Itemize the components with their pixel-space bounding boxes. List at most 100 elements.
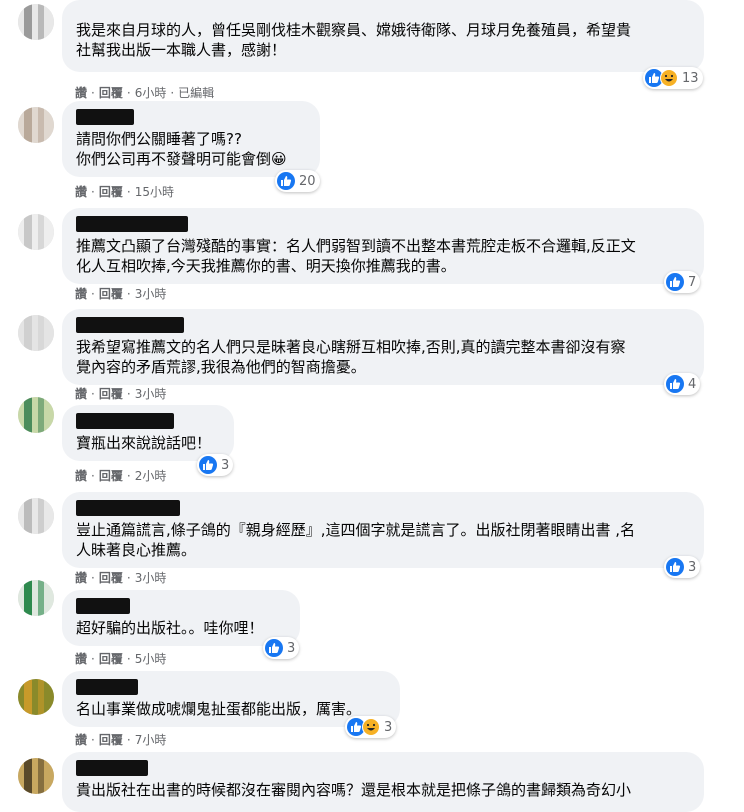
timestamp: 7小時: [134, 733, 167, 747]
comment-actions: 讚 · 回覆 · 2小時: [75, 467, 166, 484]
separator-dot: ·: [126, 386, 131, 401]
haha-reaction-icon: [660, 69, 678, 87]
author-name-redacted[interactable]: [76, 317, 184, 333]
haha-reaction-icon: [362, 718, 380, 736]
like-action[interactable]: 讚: [75, 285, 87, 302]
reply-action[interactable]: 回覆: [99, 385, 123, 402]
reply-action[interactable]: 回覆: [99, 731, 123, 748]
comment-text: 請問你們公關睡著了嗎?? 你們公司再不發聲明可能會倒😀: [76, 130, 287, 168]
like-action[interactable]: 讚: [75, 650, 87, 667]
like-action[interactable]: 讚: [75, 467, 87, 484]
comment-actions: 讚 · 回覆 · 3小時: [75, 569, 166, 586]
comment-text: 豈止通篇謊言,條子鴿的『親身經歷』,這四個字就是謊言了。出版社閉著眼睛出書 ,名…: [76, 521, 636, 559]
separator-dot: ·: [91, 184, 95, 199]
reply-action[interactable]: 回覆: [99, 467, 123, 484]
reaction-summary[interactable]: 4: [664, 373, 701, 395]
reaction-count: 20: [299, 173, 316, 189]
like-action[interactable]: 讚: [75, 84, 87, 101]
separator-dot: ·: [91, 468, 95, 483]
separator-dot: ·: [170, 85, 175, 100]
avatar[interactable]: [18, 397, 54, 433]
timestamp: 3小時: [134, 571, 167, 585]
reply-action[interactable]: 回覆: [99, 650, 123, 667]
avatar[interactable]: [18, 679, 54, 715]
like-action[interactable]: 讚: [75, 385, 87, 402]
comment-bubble: 超好騙的出版社。。哇你哩！: [62, 590, 300, 646]
author-name-redacted[interactable]: [76, 598, 130, 614]
like-reaction-icon: [265, 639, 283, 657]
avatar[interactable]: [18, 107, 54, 143]
separator-dot: ·: [91, 85, 95, 100]
reply-action[interactable]: 回覆: [99, 285, 123, 302]
author-name-redacted[interactable]: [76, 216, 188, 232]
separator-dot: ·: [126, 85, 131, 100]
reaction-count: 3: [384, 719, 393, 735]
like-reaction-icon: [666, 375, 684, 393]
comment-actions: 讚 · 回覆 · 3小時: [75, 285, 166, 302]
comment-text: 名山事業做成唬爛鬼扯蛋都能出版，厲害。: [76, 700, 362, 718]
author-name-redacted[interactable]: [76, 500, 180, 516]
timestamp: 3小時: [134, 387, 167, 401]
comment-actions: 讚 · 回覆 · 15小時: [75, 183, 174, 200]
comment-bubble: 我希望寫推薦文的名人們只是昧著良心瞎掰互相吹捧,否則,真的讀完整本書卻沒有察 覺…: [62, 309, 704, 385]
timestamp: 2小時: [134, 469, 167, 483]
separator-dot: ·: [126, 468, 131, 483]
avatar[interactable]: [18, 214, 54, 250]
like-reaction-icon: [666, 558, 684, 576]
like-reaction-icon: [277, 172, 295, 190]
like-action[interactable]: 讚: [75, 183, 87, 200]
reaction-count: 7: [688, 274, 697, 290]
comment-text: 超好騙的出版社。。哇你哩！: [76, 619, 264, 637]
reply-action[interactable]: 回覆: [99, 183, 123, 200]
reply-action[interactable]: 回覆: [99, 84, 123, 101]
reaction-summary[interactable]: 20: [275, 170, 320, 192]
reaction-count: 13: [682, 70, 699, 86]
timestamp: 3小時: [134, 287, 167, 301]
author-name-redacted[interactable]: [76, 413, 174, 429]
comment-text: 我希望寫推薦文的名人們只是昧著良心瞎掰互相吹捧,否則,真的讀完整本書卻沒有察 覺…: [76, 338, 626, 376]
separator-dot: ·: [91, 651, 95, 666]
separator-dot: ·: [126, 570, 131, 585]
timestamp: 15小時: [134, 185, 174, 199]
like-action[interactable]: 讚: [75, 731, 87, 748]
reaction-summary[interactable]: 13: [643, 67, 703, 89]
reaction-count: 4: [688, 376, 697, 392]
reaction-count: 3: [688, 559, 697, 575]
comment-bubble: 豈止通篇謊言,條子鴿的『親身經歷』,這四個字就是謊言了。出版社閉著眼睛出書 ,名…: [62, 492, 704, 568]
separator-dot: ·: [91, 732, 95, 747]
comment-bubble: 我是來自月球的人，曾任吳剛伐桂木觀察員、嫦娥待衛隊、月球月免養殖員，希望貴 社幫…: [62, 0, 704, 72]
comment-bubble: 貴出版社在出書的時候都沒在審閱內容嗎？還是根本就是把條子鴿的書歸類為奇幻小: [62, 752, 704, 812]
timestamp: 6小時: [134, 86, 167, 100]
avatar[interactable]: [18, 580, 54, 616]
separator-dot: ·: [91, 286, 95, 301]
author-name-redacted[interactable]: [76, 679, 138, 695]
author-name-redacted[interactable]: [76, 109, 134, 125]
reply-action[interactable]: 回覆: [99, 569, 123, 586]
avatar[interactable]: [18, 758, 54, 794]
avatar[interactable]: [18, 315, 54, 351]
reaction-summary[interactable]: 3: [197, 454, 234, 476]
comment-text: 我是來自月球的人，曾任吳剛伐桂木觀察員、嫦娥待衛隊、月球月免養殖員，希望貴 社幫…: [76, 21, 632, 59]
comment-bubble: 寶瓶出來說說話吧！: [62, 405, 234, 461]
comment-text: 貴出版社在出書的時候都沒在審閱內容嗎？還是根本就是把條子鴿的書歸類為奇幻小: [76, 781, 632, 799]
comment-actions: 讚 · 回覆 · 6小時 · 已編輯: [75, 84, 214, 101]
comment-bubble: 請問你們公關睡著了嗎?? 你們公司再不發聲明可能會倒😀: [62, 101, 320, 177]
like-reaction-icon: [199, 456, 217, 474]
separator-dot: ·: [126, 732, 131, 747]
like-reaction-icon: [666, 273, 684, 291]
reaction-summary[interactable]: 3: [664, 556, 701, 578]
reaction-summary[interactable]: 3: [345, 716, 397, 738]
separator-dot: ·: [126, 286, 131, 301]
reaction-summary[interactable]: 3: [263, 637, 300, 659]
reaction-count: 3: [287, 640, 296, 656]
avatar[interactable]: [18, 498, 54, 534]
author-name-redacted[interactable]: [76, 760, 148, 776]
comment-actions: 讚 · 回覆 · 7小時: [75, 731, 166, 748]
edited-label: 已編輯: [178, 86, 215, 100]
avatar[interactable]: [18, 4, 54, 40]
reaction-summary[interactable]: 7: [664, 271, 701, 293]
separator-dot: ·: [91, 570, 95, 585]
like-action[interactable]: 讚: [75, 569, 87, 586]
comment-bubble: 推薦文凸顯了台灣殘酷的事實：名人們弱智到讀不出整本書荒腔走板不合邏輯,反正文 化…: [62, 208, 704, 284]
separator-dot: ·: [91, 386, 95, 401]
